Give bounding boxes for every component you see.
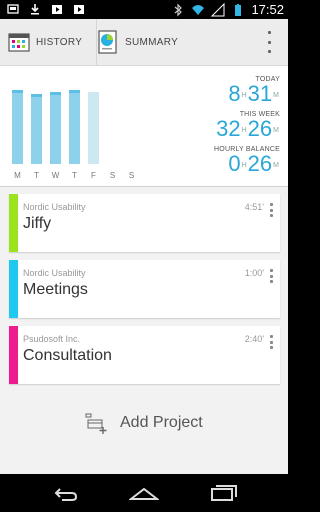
day-label: T <box>72 171 77 180</box>
day-bar <box>69 90 80 164</box>
week-summary-panel: M T W T F S S TODAY 8H31M THIS WEEK 32H26M HOU… <box>0 66 288 187</box>
project-color-stripe <box>9 326 18 384</box>
project-client: Psudosoft Inc. <box>23 334 81 344</box>
day-label: T <box>34 171 39 180</box>
history-tab[interactable]: HISTORY <box>8 19 82 65</box>
week-bar-chart: MTWTFSS <box>12 66 142 186</box>
add-project-label: Add Project <box>120 414 203 431</box>
notification-icons <box>6 2 86 16</box>
time-stats: TODAY 8H31M THIS WEEK 32H26M HOURLY BALA… <box>160 66 280 175</box>
project-menu-button[interactable] <box>270 335 274 349</box>
project-color-stripe <box>9 194 18 252</box>
this-week-value: 32H26M <box>216 116 279 141</box>
usb-debug-icon <box>7 4 19 14</box>
project-client: Nordic Usability <box>23 202 86 212</box>
day-bar <box>12 90 23 164</box>
status-bar: 17:52 <box>0 0 288 19</box>
home-icon[interactable] <box>129 483 159 503</box>
signal-icon <box>211 2 225 16</box>
clock: 17:52 <box>251 2 284 17</box>
recent-apps-icon[interactable] <box>209 483 239 503</box>
overflow-menu-button[interactable] <box>266 31 272 53</box>
project-time: 2:40' <box>244 334 264 344</box>
project-color-stripe <box>9 260 18 318</box>
calendar-icon <box>8 33 30 52</box>
today-value: 8H31M <box>228 81 279 106</box>
project-name: Meetings <box>23 281 88 298</box>
project-name: Consultation <box>23 347 112 364</box>
bluetooth-icon <box>175 3 183 16</box>
history-label: HISTORY <box>36 36 83 48</box>
project-name: Jiffy <box>23 215 52 232</box>
day-bar <box>50 92 61 164</box>
day-label: S <box>128 171 135 180</box>
project-card[interactable]: Nordic Usability Jiffy 4:51' <box>9 194 280 252</box>
hourly-balance-value: 0H26M <box>228 151 279 176</box>
project-client: Nordic Usability <box>23 268 86 278</box>
project-card[interactable]: Psudosoft Inc. Consultation 2:40' <box>9 326 280 384</box>
back-icon[interactable] <box>50 483 80 503</box>
summary-report-icon <box>98 30 117 54</box>
project-time: 1:00' <box>244 268 264 278</box>
add-project-button[interactable]: Add Project <box>84 412 203 434</box>
day-label: F <box>91 171 96 180</box>
add-project-icon <box>85 413 107 434</box>
wifi-icon <box>192 4 205 15</box>
summary-tab[interactable]: SUMMARY <box>96 19 178 65</box>
download-icon <box>31 4 39 15</box>
action-bar: HISTORY SUMMARY <box>0 19 288 66</box>
app-screen: HISTORY SUMMARY M T W T F S S TODAY 8H31M THIS… <box>0 19 288 474</box>
navigation-bar <box>0 474 288 512</box>
play-store-icon <box>74 5 84 14</box>
project-list: Nordic Usability Jiffy 4:51' Nordic Usab… <box>9 194 280 392</box>
day-label: M <box>14 171 21 180</box>
project-time: 4:51' <box>244 202 264 212</box>
battery-icon <box>235 3 242 16</box>
day-label: S <box>109 171 116 180</box>
project-card[interactable]: Nordic Usability Meetings 1:00' <box>9 260 280 318</box>
project-menu-button[interactable] <box>270 269 274 283</box>
day-bar <box>88 92 99 164</box>
summary-label: SUMMARY <box>125 36 179 48</box>
day-bar <box>31 94 42 164</box>
play-store-icon <box>52 5 62 14</box>
day-label: W <box>51 171 60 180</box>
project-menu-button[interactable] <box>270 203 274 217</box>
